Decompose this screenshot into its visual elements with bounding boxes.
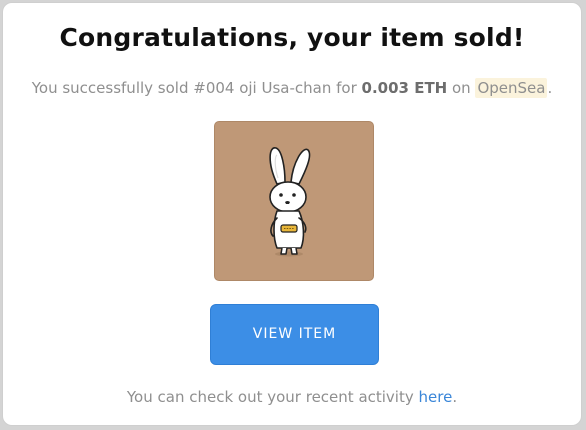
- rabbit-illustration: [269, 147, 311, 257]
- item-name: #004 oji Usa-chan: [193, 79, 332, 97]
- activity-note: You can check out your recent activity h…: [3, 388, 581, 406]
- activity-text: You can check out your recent activity: [126, 388, 419, 406]
- sale-notification-card: Congratulations, your item sold! You suc…: [2, 2, 582, 426]
- activity-suffix: .: [452, 388, 458, 406]
- marketplace-name: OpenSea: [475, 78, 548, 98]
- sale-summary: You successfully sold #004 oji Usa-chan …: [3, 78, 581, 98]
- view-item-button[interactable]: VIEW ITEM: [210, 304, 379, 365]
- sale-suffix: .: [547, 79, 553, 97]
- nft-image: [214, 121, 374, 281]
- sale-for-text: for: [331, 79, 362, 97]
- sale-prefix: You successfully sold: [31, 79, 194, 97]
- sale-price: 0.003 ETH: [361, 79, 448, 97]
- sale-on-text: on: [447, 79, 476, 97]
- page-title: Congratulations, your item sold!: [59, 23, 525, 52]
- activity-link[interactable]: here: [419, 388, 453, 406]
